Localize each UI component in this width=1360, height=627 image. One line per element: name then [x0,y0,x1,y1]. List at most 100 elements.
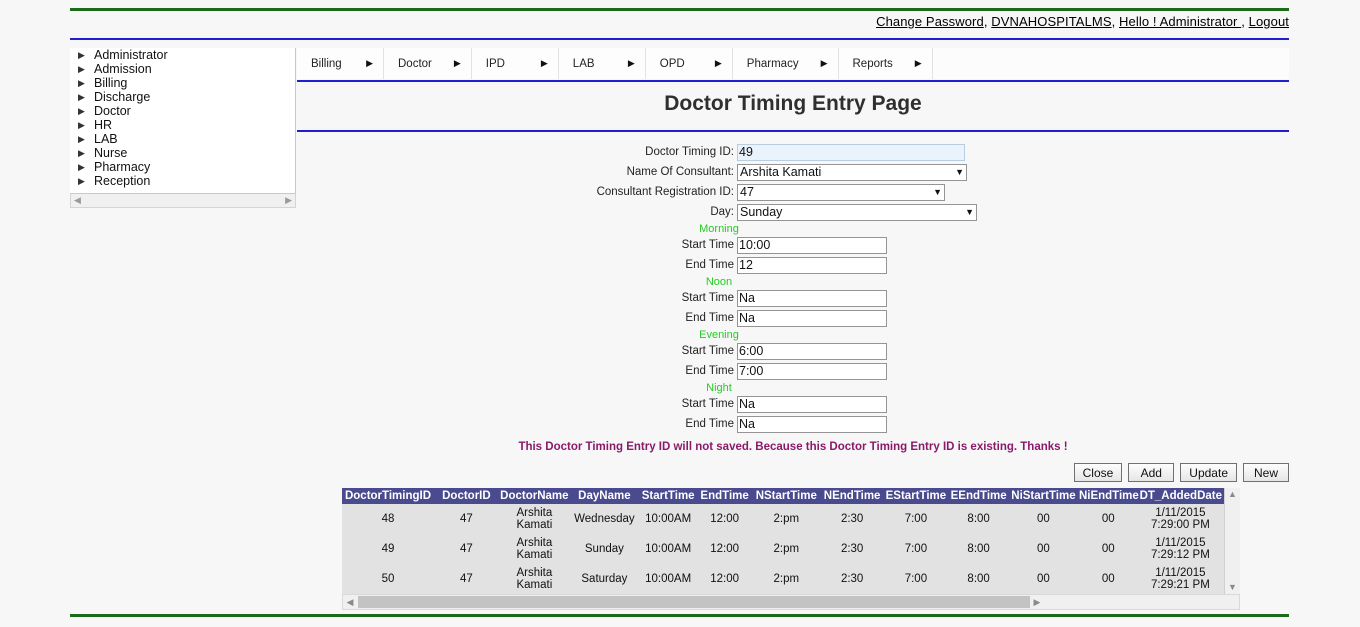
tree-expand-icon[interactable]: ▶ [78,148,90,158]
tree-expand-icon[interactable]: ▶ [78,162,90,172]
cell-starttime: 10:00AM [638,504,698,534]
scrollbar-thumb[interactable] [358,596,1030,608]
grid-col-dt-addeddate[interactable]: DT_AddedDate [1138,488,1223,504]
scroll-left-icon[interactable]: ◀ [343,597,357,608]
cell-niendtime: 00 [1077,564,1139,594]
greeting-link[interactable]: Hello ! Administrator [1119,14,1241,29]
cell-nstarttime: 2:pm [751,504,821,534]
grid-vertical-scrollbar[interactable]: ▲ ▼ [1224,488,1240,594]
menu-item-reports[interactable]: Reports ▶ [838,48,933,79]
cell-doctorid: 47 [434,504,499,534]
menu-item-billing[interactable]: Billing ▶ [297,48,384,79]
sidebar-item-administrator[interactable]: ▶ Administrator [70,48,295,62]
tree-expand-icon[interactable]: ▶ [78,50,90,60]
consultant-name-select[interactable]: Arshita Kamati ▼ [737,163,967,181]
cell-eendtime: 8:00 [948,564,1009,594]
grid-body: DoctorTimingID DoctorID DoctorName DayNa… [342,488,1242,594]
tree-expand-icon[interactable]: ▶ [78,92,90,102]
close-button[interactable]: Close [1073,463,1123,482]
sidebar-horizontal-scrollbar[interactable]: ◀ ▶ [70,193,296,208]
evening-start-input[interactable] [737,342,887,360]
grid-col-nendtime[interactable]: NEndTime [820,488,884,504]
menu-item-ipd[interactable]: IPD ▶ [471,48,559,79]
table-row[interactable]: 49 47 Arshita Kamati Sunday 10:00AM 12:0… [342,534,1224,564]
tree-expand-icon[interactable]: ▶ [78,64,90,74]
scroll-right-icon[interactable]: ▶ [1030,597,1044,608]
grid-col-estarttime[interactable]: EStartTime [883,488,949,504]
grid-col-doctorname[interactable]: DoctorName [498,488,570,504]
sidebar-item-pharmacy[interactable]: ▶ Pharmacy [70,160,295,174]
add-button[interactable]: Add [1128,463,1175,482]
change-password-link[interactable]: Change Password [876,14,984,29]
sidebar-item-reception[interactable]: ▶ Reception [70,174,295,188]
field-row-consultant-name: Name Of Consultant: Arshita Kamati ▼ [297,163,1289,181]
grid-col-dayname[interactable]: DayName [569,488,639,504]
action-button-row: Close Add Update New [297,453,1289,488]
cell-doctortimingid: 48 [342,504,434,534]
cell-dt-addeddate: 1/11/2015 7:29:21 PM [1138,564,1223,594]
night-start-label: Start Time [681,398,734,410]
update-button[interactable]: Update [1180,463,1237,482]
app-name-link[interactable]: DVNAHOSPITALMS [991,14,1111,29]
cell-nendtime: 2:30 [820,564,884,594]
menu-item-pharmacy[interactable]: Pharmacy ▶ [732,48,839,79]
grid-col-doctorid[interactable]: DoctorID [434,488,499,504]
sidebar-item-label: LAB [94,132,118,146]
night-end-input[interactable] [737,415,887,433]
grid-col-nistarttime[interactable]: NiStartTime [1008,488,1078,504]
night-start-input[interactable] [737,395,887,413]
menu-item-opd[interactable]: OPD ▶ [645,48,733,79]
sidebar-item-label: Administrator [94,48,168,62]
cell-doctorname: Arshita Kamati [498,534,570,564]
morning-start-input[interactable] [737,236,887,254]
sidebar-item-billing[interactable]: ▶ Billing [70,76,295,90]
grid-col-starttime[interactable]: StartTime [638,488,698,504]
table-row[interactable]: 48 47 Arshita Kamati Wednesday 10:00AM 1… [342,504,1224,534]
menu-item-doctor[interactable]: Doctor ▶ [384,48,472,79]
doctor-timing-entry-page: Change Password, DVNAHOSPITALMS, Hello !… [0,0,1360,627]
grid-table: DoctorTimingID DoctorID DoctorName DayNa… [342,488,1224,594]
sidebar-item-admission[interactable]: ▶ Admission [70,62,295,76]
menu-item-label: OPD [659,57,685,70]
doctor-timing-id-input[interactable] [737,143,965,161]
grid-col-endtime[interactable]: EndTime [697,488,752,504]
consultant-reg-id-select[interactable]: 47 ▼ [737,183,945,201]
morning-end-input[interactable] [737,256,887,274]
tree-expand-icon[interactable]: ▶ [78,134,90,144]
grid-col-eendtime[interactable]: EEndTime [948,488,1009,504]
scroll-right-icon[interactable]: ▶ [282,196,295,205]
evening-end-input[interactable] [737,362,887,380]
menu-item-lab[interactable]: LAB ▶ [558,48,646,79]
main-menu-bar: Billing ▶ Doctor ▶ IPD ▶ LAB ▶ OPD ▶ Pha… [297,48,1289,79]
grid-col-niendtime[interactable]: NiEndTime [1077,488,1139,504]
tree-expand-icon[interactable]: ▶ [78,106,90,116]
sidebar-item-lab[interactable]: ▶ LAB [70,132,295,146]
noon-end-input[interactable] [737,309,887,327]
tree-expand-icon[interactable]: ▶ [78,176,90,186]
tree-expand-icon[interactable]: ▶ [78,120,90,130]
tree-expand-icon[interactable]: ▶ [78,78,90,88]
table-row[interactable]: 50 47 Arshita Kamati Saturday 10:00AM 12… [342,564,1224,594]
cell-niendtime: 00 [1077,534,1139,564]
sidebar-item-doctor[interactable]: ▶ Doctor [70,104,295,118]
header-separator-2: , [1111,14,1120,29]
grid-col-nstarttime[interactable]: NStartTime [751,488,821,504]
sidebar-item-discharge[interactable]: ▶ Discharge [70,90,295,104]
morning-end-label: End Time [685,259,734,271]
menu-item-label: LAB [572,57,595,70]
new-button[interactable]: New [1243,463,1289,482]
day-select[interactable]: Sunday ▼ [737,203,977,221]
scroll-down-icon[interactable]: ▼ [1228,583,1237,592]
sidebar-item-hr[interactable]: ▶ HR [70,118,295,132]
grid-horizontal-scrollbar[interactable]: ◀ ▶ [342,594,1240,610]
sidebar-item-label: Billing [94,76,128,90]
logout-link[interactable]: Logout [1249,14,1289,29]
scroll-left-icon[interactable]: ◀ [71,196,84,205]
noon-start-input[interactable] [737,289,887,307]
sidebar-item-nurse[interactable]: ▶ Nurse [70,146,295,160]
scroll-up-icon[interactable]: ▲ [1228,490,1237,499]
cell-endtime: 12:00 [697,534,752,564]
doctor-timing-form: Doctor Timing ID: Name Of Consultant: Ar… [297,132,1289,453]
cell-eendtime: 8:00 [948,504,1009,534]
grid-col-doctortimingid[interactable]: DoctorTimingID [342,488,434,504]
